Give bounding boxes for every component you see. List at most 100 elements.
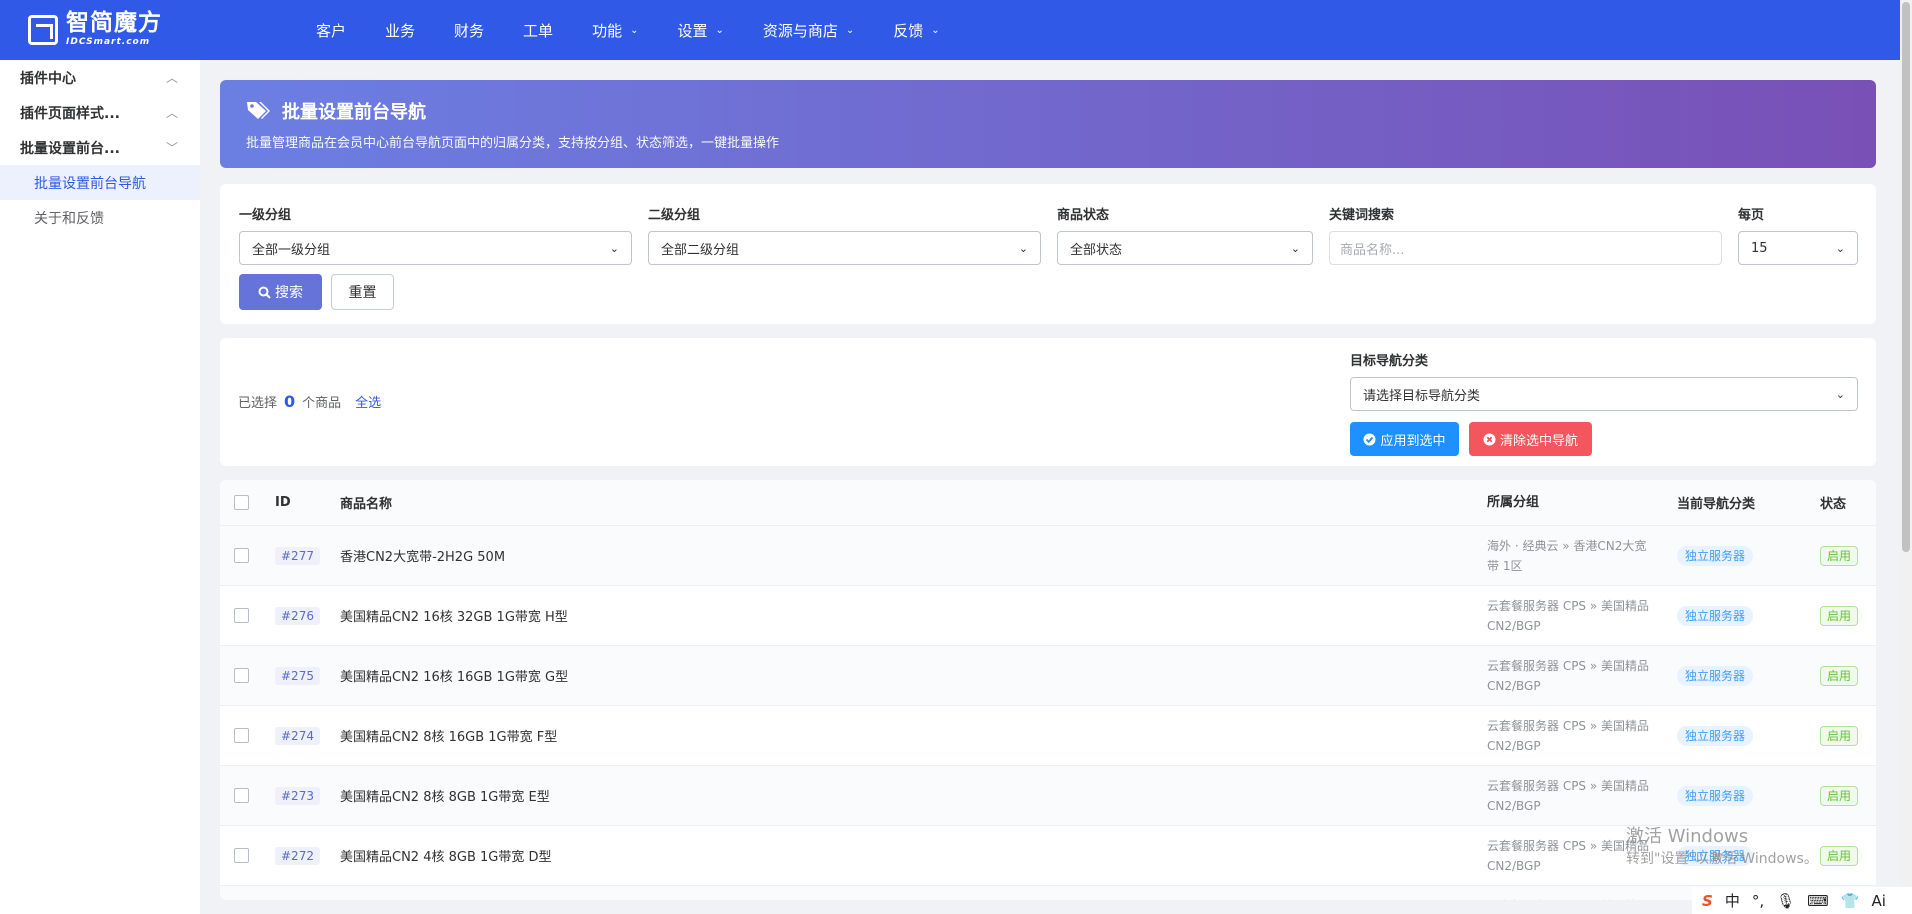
product-id-badge: #272 (275, 846, 320, 865)
product-id-badge: #275 (275, 666, 320, 685)
row-checkbox[interactable] (234, 608, 249, 623)
nav-item-label: 财务 (454, 21, 485, 40)
product-group: 海外 · 经典云 » 香港CN2大宽带 1区 (1487, 538, 1647, 573)
logo-title: 智简魔方 (66, 10, 162, 36)
group2-select[interactable]: 全部二级分组 ⌄ (648, 231, 1041, 265)
nav-item[interactable]: 设置 ⌄ (677, 0, 723, 60)
filter-per-page: 每页 15 ⌄ (1738, 204, 1858, 265)
status-badge: 启用 (1820, 606, 1859, 626)
page-title: 批量设置前台导航 (282, 102, 426, 123)
chevron-down-icon: ⌄ (715, 24, 724, 36)
row-checkbox[interactable] (234, 548, 249, 563)
chevron-down-icon: ⌄ (1835, 387, 1845, 401)
sidebar-item-batch-nav[interactable]: 批量设置前台... ﹀ (0, 130, 200, 165)
logo-subtitle: IDCSmart.com (66, 37, 151, 47)
clear-nav-button[interactable]: 清除选中导航 (1469, 422, 1592, 456)
page-scrollbar[interactable] (1900, 0, 1912, 914)
table-row[interactable]: #275 美国精品CN2 16核 16GB 1G带宽 G型 云套餐服务器 CPS »… (220, 646, 1876, 706)
chevron-down-icon: ⌄ (1835, 241, 1845, 255)
filter-panel: 一级分组 全部一级分组 ⌄ 二级分组 全部二级分组 ⌄ 商品状态 全部状态 ⌄ 关键词… (220, 184, 1876, 324)
tags-icon (247, 102, 270, 119)
product-group: 云套餐服务器 CPS » 美国精品CN2/BGP (1487, 718, 1650, 753)
main-content: 批量设置前台导航 批量管理商品在会员中心前台导航页面中的归属分类，支持按分组、状… (220, 80, 1876, 900)
target-nav-label: 目标导航分类 (1350, 354, 1429, 369)
select-all-checkbox[interactable] (234, 495, 249, 510)
sidebar-subitem-about[interactable]: 关于和反馈 (0, 200, 200, 235)
row-checkbox[interactable] (234, 848, 249, 863)
nav-item[interactable]: 功能 ⌄ (592, 0, 638, 60)
nav-item-label: 设置 (677, 21, 708, 40)
filter-label: 商品状态 (1057, 208, 1110, 223)
table-row[interactable]: #273 美国精品CN2 8核 8GB 1G带宽 E型 云套餐服务器 CPS » 美… (220, 766, 1876, 826)
filter-group2: 二级分组 全部二级分组 ⌄ (648, 204, 1041, 265)
logo-icon (28, 14, 58, 45)
select-all-link[interactable]: 全选 (355, 392, 381, 411)
per-page-select[interactable]: 15 ⌄ (1738, 231, 1858, 265)
filter-keyword: 关键词搜索 商品名称... (1329, 204, 1722, 265)
batch-panel: 已选择 0 个商品 全选 目标导航分类 请选择目标导航分类 ⌄ 应用到选中 清除选… (220, 338, 1876, 466)
page-description: 批量管理商品在会员中心前台导航页面中的归属分类，支持按分组、状态筛选，一键批量操… (246, 136, 780, 151)
nav-item[interactable]: 客户 (316, 0, 346, 60)
ime-mode[interactable]: 中 (1725, 890, 1740, 911)
product-id-badge: #276 (275, 606, 320, 625)
chevron-down-icon: ⌄ (1290, 241, 1300, 255)
status-badge: 启用 (1820, 726, 1859, 746)
keyword-input[interactable]: 商品名称... (1329, 231, 1722, 265)
select-value: 全部二级分组 (661, 242, 740, 258)
sidebar-subitem-batch-nav[interactable]: 批量设置前台导航 (0, 165, 200, 200)
row-checkbox[interactable] (234, 788, 249, 803)
nav-item[interactable]: 业务 (385, 0, 415, 60)
table-row[interactable]: #277 香港CN2大宽带-2H2G 50M 海外 · 经典云 » 香港CN2大宽带… (220, 526, 1876, 586)
nav-item[interactable]: 工单 (523, 0, 553, 60)
clear-button-label: 清除选中导航 (1499, 433, 1578, 449)
chevron-down-icon: ⌄ (845, 24, 855, 36)
table-header: ID 商品名称 所属分组 当前导航分类 状态 (220, 480, 1876, 526)
product-name: 美国精品CN2 8核 16GB 1G带宽 F型 (340, 730, 558, 745)
sidebar-item-plugin-style[interactable]: 插件页面样式... ︿ (0, 95, 200, 130)
check-circle-icon (1363, 433, 1376, 445)
sogou-icon[interactable]: S (1702, 892, 1713, 910)
selection-suffix: 个商品 (302, 396, 342, 411)
apply-button[interactable]: 应用到选中 (1350, 422, 1459, 456)
table-row[interactable]: #271美国精品CN2 4核 4GB 1G带宽 C型云套餐服务器 CPS » 美… (220, 886, 1876, 900)
keyboard-icon[interactable]: ⌨ (1807, 892, 1829, 910)
sidebar-item-label: 批量设置前台... (20, 140, 120, 157)
logo[interactable]: 智简魔方 IDCSmart.com (28, 12, 162, 47)
scrollbar-thumb[interactable] (1902, 2, 1910, 552)
sidebar-item-label: 插件页面样式... (20, 105, 120, 122)
top-navbar: 智简魔方 IDCSmart.com 客户 业务 财务 工单 功能 ⌄ 设置 ⌄ 资源与商店 ⌄ 反馈… (0, 0, 1900, 60)
nav-item-label: 工单 (523, 21, 554, 40)
nav-category-badge: 独立服务器 (1677, 666, 1754, 686)
skin-icon[interactable]: 👕 (1841, 892, 1860, 910)
nav-item[interactable]: 资源与商店 ⌄ (763, 0, 854, 60)
selection-info: 已选择 0 个商品 全选 (238, 392, 381, 411)
chevron-down-icon: ⌄ (630, 24, 639, 36)
target-nav-select[interactable]: 请选择目标导航分类 ⌄ (1350, 377, 1858, 411)
search-button[interactable]: 搜索 (239, 274, 322, 310)
nav-item[interactable]: 反馈 ⌄ (893, 0, 939, 60)
nav-category-badge: 独立服务器 (1677, 786, 1754, 806)
product-id-badge: #274 (275, 726, 320, 745)
nav-item-label: 客户 (316, 21, 347, 40)
filter-label: 关键词搜索 (1329, 208, 1395, 223)
sidebar-item-plugin-center[interactable]: 插件中心 ︿ (0, 60, 200, 95)
row-checkbox[interactable] (234, 728, 249, 743)
select-value: 15 (1751, 240, 1768, 256)
table-row[interactable]: #276 美国精品CN2 16核 32GB 1G带宽 H型 云套餐服务器 CPS »… (220, 586, 1876, 646)
windows-activation-title: 激活 Windows (1626, 826, 1749, 847)
product-id-badge: #277 (275, 546, 320, 565)
select-value: 全部状态 (1070, 242, 1123, 258)
row-checkbox[interactable] (234, 668, 249, 683)
table-row[interactable]: #274 美国精品CN2 8核 16GB 1G带宽 F型 云套餐服务器 CPS » … (220, 706, 1876, 766)
column-header-group: 所属分组 (1487, 494, 1540, 510)
sidebar-subitem-label: 批量设置前台导航 (34, 175, 146, 192)
apply-button-label: 应用到选中 (1380, 433, 1446, 449)
nav-item[interactable]: 财务 (454, 0, 484, 60)
status-select[interactable]: 全部状态 ⌄ (1057, 231, 1313, 265)
ai-assistant[interactable]: Ai (1872, 892, 1886, 910)
reset-button[interactable]: 重置 (331, 274, 394, 310)
chevron-up-icon: ︿ (165, 106, 178, 120)
punctuation-icon[interactable]: °, (1752, 892, 1764, 910)
microphone-icon[interactable]: 🎙 (1776, 892, 1795, 910)
group1-select[interactable]: 全部一级分组 ⌄ (239, 231, 632, 265)
